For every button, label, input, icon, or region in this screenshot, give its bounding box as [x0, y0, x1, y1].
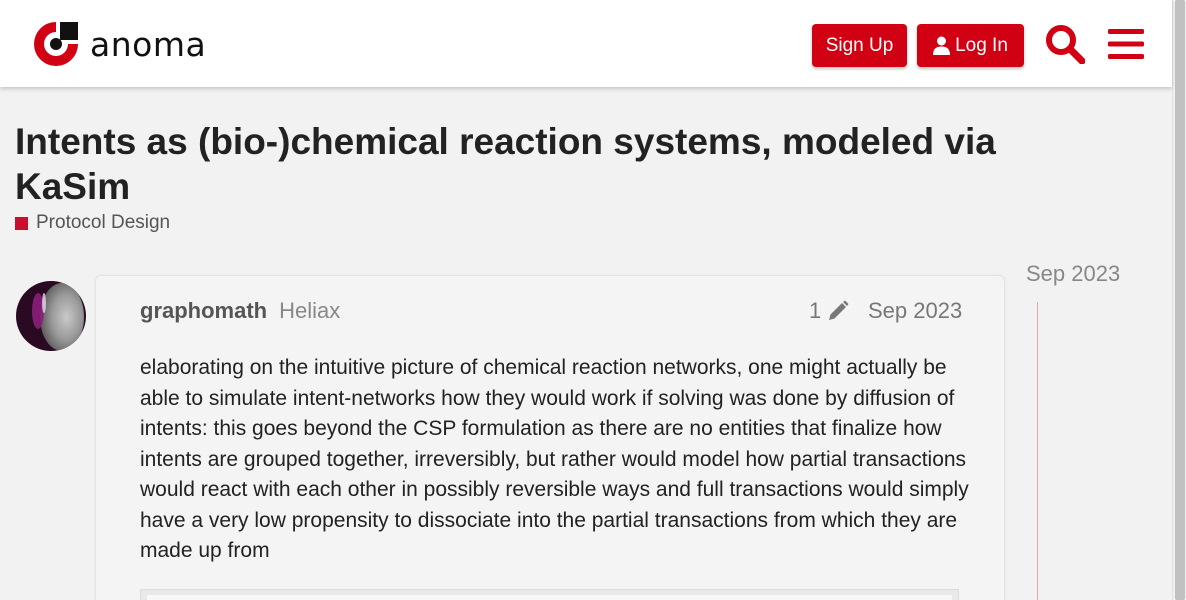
scrollbar-thumb[interactable] [1175, 0, 1185, 600]
pencil-icon [829, 300, 849, 320]
avatar[interactable] [16, 281, 86, 351]
avatar-image [16, 281, 86, 351]
log-in-button[interactable]: Log In [917, 24, 1024, 67]
post-body: elaborating on the intuitive picture of … [140, 356, 969, 562]
category-link[interactable]: Protocol Design [15, 212, 170, 234]
sign-up-button[interactable]: Sign Up [812, 24, 907, 67]
site-logo[interactable]: anoma [30, 18, 206, 70]
user-title: Heliax [279, 298, 341, 323]
search-icon [1046, 25, 1085, 64]
log-in-label: Log In [955, 34, 1008, 56]
topic-title[interactable]: Intents as (bio-)chemical reaction syste… [15, 119, 1055, 209]
post-author: graphomath Heliax [140, 298, 340, 324]
page: anoma Sign Up Log In Intents as (bio-)ch… [0, 0, 1186, 600]
post-date[interactable]: Sep 2023 [868, 298, 962, 324]
code-block-inner [147, 595, 952, 600]
user-icon [933, 36, 951, 55]
anoma-logo-icon [34, 22, 78, 66]
page-scrollbar[interactable] [1172, 0, 1186, 600]
brand-name: anoma [90, 24, 207, 64]
category-badge [15, 216, 28, 230]
category-name: Protocol Design [36, 212, 171, 233]
hamburger-menu-icon [1108, 29, 1144, 59]
edit-count: 1 [809, 298, 822, 323]
username[interactable]: graphomath [140, 298, 267, 324]
sign-up-label: Sign Up [825, 34, 894, 56]
edit-history-button[interactable]: 1 [809, 298, 849, 324]
site-header: anoma Sign Up Log In [0, 0, 1172, 87]
code-block [140, 589, 959, 600]
search-button[interactable] [1043, 22, 1087, 66]
menu-button[interactable] [1104, 22, 1148, 66]
timeline-track[interactable] [1037, 302, 1038, 600]
timeline-date[interactable]: Sep 2023 [1026, 261, 1120, 287]
